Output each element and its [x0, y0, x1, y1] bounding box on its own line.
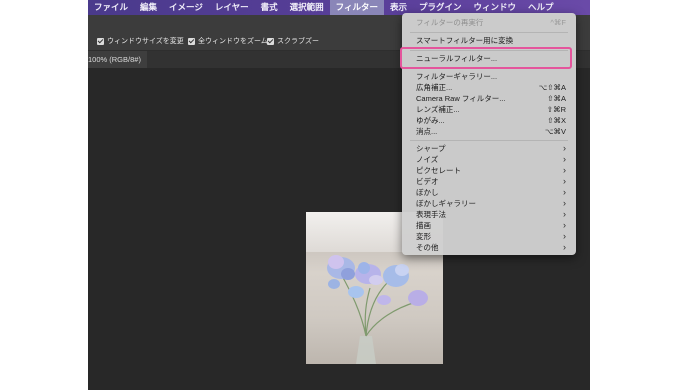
menu-item-shortcut: ⇧⌘A: [547, 94, 566, 103]
menu-item-label: 描画: [416, 221, 431, 230]
menu-item-label: ビデオ: [416, 177, 439, 186]
menu-image[interactable]: イメージ: [163, 0, 209, 15]
menu-item-lens-correction[interactable]: レンズ補正... ⇧⌘R: [416, 104, 566, 115]
submenu-arrow-icon: ›: [563, 176, 566, 186]
menu-item-shortcut: ⌥⇧⌘A: [538, 83, 566, 92]
checkbox-icon[interactable]: [97, 37, 104, 45]
menu-select[interactable]: 選択範囲: [284, 0, 330, 15]
submenu-arrow-icon: ›: [563, 143, 566, 153]
menu-item-shortcut: ⇧⌘R: [546, 105, 566, 114]
menu-item-adaptive-wide-angle[interactable]: 広角補正... ⌥⇧⌘A: [416, 82, 566, 93]
menu-item-label: ぼかし: [416, 188, 439, 197]
menu-item-liquify[interactable]: ゆがみ... ⇧⌘X: [416, 115, 566, 126]
resize-windows-option[interactable]: ウィンドウサイズを変更: [97, 36, 184, 46]
submenu-arrow-icon: ›: [563, 242, 566, 252]
checkbox-icon[interactable]: [188, 37, 195, 45]
menu-item-vanishing-point[interactable]: 消点... ⌥⌘V: [416, 126, 566, 137]
menu-divider: [410, 32, 568, 33]
menu-item-label: ピクセレート: [416, 166, 461, 175]
submenu-arrow-icon: ›: [563, 154, 566, 164]
submenu-arrow-icon: ›: [563, 220, 566, 230]
submenu-arrow-icon: ›: [563, 209, 566, 219]
checkbox-icon[interactable]: [267, 37, 274, 45]
menu-item-label: フィルターギャラリー...: [416, 72, 498, 81]
menu-item-stylize[interactable]: 表現手法 ›: [416, 209, 566, 220]
zoom-all-option[interactable]: 全ウィンドウをズーム: [188, 36, 268, 46]
menu-item-label: その他: [416, 243, 439, 252]
zoom-all-label: 全ウィンドウをズーム: [198, 38, 268, 45]
menu-item-shortcut: ^⌘F: [550, 18, 566, 27]
menu-item-smart-filter[interactable]: スマートフィルター用に変換: [416, 35, 566, 46]
submenu-arrow-icon: ›: [563, 187, 566, 197]
menu-item-distort[interactable]: 変形 ›: [416, 231, 566, 242]
scrubby-zoom-option[interactable]: スクラブズー: [267, 36, 319, 46]
resize-windows-label: ウィンドウサイズを変更: [107, 38, 184, 45]
menu-item-label: ぼかしギャラリー: [416, 199, 476, 208]
menu-divider: [410, 140, 568, 141]
menu-item-last-filter[interactable]: フィルターの再実行 ^⌘F: [416, 17, 566, 28]
document-tab[interactable]: 100% (RGB/8#): [88, 51, 147, 68]
menu-item-other[interactable]: その他 ›: [416, 242, 566, 253]
menu-item-sharpen[interactable]: シャープ ›: [416, 143, 566, 154]
menu-item-filter-gallery[interactable]: フィルターギャラリー...: [416, 71, 566, 82]
menu-item-label: レンズ補正...: [416, 105, 460, 114]
menu-item-label: Camera Raw フィルター...: [416, 94, 506, 103]
neural-filters-highlight: [400, 47, 572, 69]
menu-item-label: 広角補正...: [416, 83, 453, 92]
submenu-arrow-icon: ›: [563, 198, 566, 208]
menu-item-label: 表現手法: [416, 210, 446, 219]
menu-item-label: フィルターの再実行: [416, 18, 484, 27]
menu-item-label: シャープ: [416, 144, 446, 153]
menu-item-label: 消点...: [416, 127, 438, 136]
menu-item-render[interactable]: 描画 ›: [416, 220, 566, 231]
menu-item-pixelate[interactable]: ピクセレート ›: [416, 165, 566, 176]
photoshop-window: ファイル 編集 イメージ レイヤー 書式 選択範囲 フィルター 表示 プラグイン…: [88, 0, 590, 390]
menu-edit[interactable]: 編集: [134, 0, 163, 15]
menu-item-shortcut: ⌥⌘V: [544, 127, 566, 136]
menu-item-blur[interactable]: ぼかし ›: [416, 187, 566, 198]
menu-item-label: ノイズ: [416, 155, 439, 164]
submenu-arrow-icon: ›: [563, 165, 566, 175]
scrubby-zoom-label: スクラブズー: [277, 38, 319, 45]
menu-layer[interactable]: レイヤー: [209, 0, 255, 15]
menu-item-noise[interactable]: ノイズ ›: [416, 154, 566, 165]
menu-file[interactable]: ファイル: [88, 0, 134, 15]
menu-type[interactable]: 書式: [255, 0, 284, 15]
menu-item-label: ゆがみ...: [416, 116, 445, 125]
submenu-arrow-icon: ›: [563, 231, 566, 241]
menu-item-video[interactable]: ビデオ ›: [416, 176, 566, 187]
menu-filter[interactable]: フィルター: [329, 0, 384, 15]
menu-item-shortcut: ⇧⌘X: [547, 116, 566, 125]
menu-item-blur-gallery[interactable]: ぼかしギャラリー ›: [416, 198, 566, 209]
menu-item-camera-raw[interactable]: Camera Raw フィルター... ⇧⌘A: [416, 93, 566, 104]
menu-item-label: 変形: [416, 232, 431, 241]
